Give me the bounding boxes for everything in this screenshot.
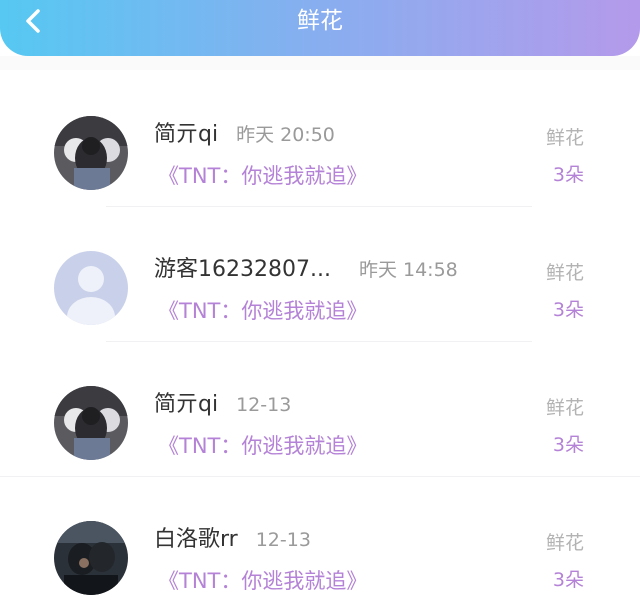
gift-count: 3朵 bbox=[552, 164, 584, 186]
gift-count: 3朵 bbox=[552, 434, 584, 456]
book-title[interactable]: 《TNT：你逃我就追》 bbox=[158, 295, 367, 325]
user-name: 白洛歌rr bbox=[154, 527, 238, 552]
book-title[interactable]: 《TNT：你逃我就追》 bbox=[158, 565, 367, 595]
gift-time: 昨天 14:58 bbox=[358, 259, 458, 281]
gift-label: 鲜花 bbox=[545, 532, 584, 554]
user-avatar[interactable] bbox=[54, 521, 128, 595]
gift-label: 鲜花 bbox=[545, 127, 584, 149]
user-avatar[interactable] bbox=[54, 386, 128, 460]
gift-time: 12-13 bbox=[255, 529, 311, 551]
gift-label: 鲜花 bbox=[545, 397, 584, 419]
name-line: 白洛歌rr 12-13 bbox=[154, 521, 311, 552]
page-title: 鲜花 bbox=[297, 8, 343, 34]
name-line: 简亓qi 12-13 bbox=[154, 386, 292, 417]
gift-count: 3朵 bbox=[552, 569, 584, 591]
gift-count: 3朵 bbox=[552, 299, 584, 321]
photo-avatar-icon bbox=[54, 116, 128, 190]
book-title[interactable]: 《TNT：你逃我就追》 bbox=[158, 160, 367, 190]
header-divider bbox=[0, 56, 640, 70]
name-line: 游客16232807... 昨天 14:58 bbox=[154, 251, 458, 282]
header-bar: 鲜花 bbox=[0, 0, 640, 56]
list-item[interactable]: 白洛歌rr 12-13 《TNT：你逃我就追》 鲜花 3朵 bbox=[0, 475, 640, 609]
book-title[interactable]: 《TNT：你逃我就追》 bbox=[158, 430, 367, 460]
photo-avatar-icon bbox=[54, 521, 128, 595]
user-name: 游客16232807... bbox=[154, 257, 331, 282]
user-avatar[interactable] bbox=[54, 116, 128, 190]
user-avatar[interactable] bbox=[54, 251, 128, 325]
user-name: 简亓qi bbox=[154, 122, 219, 147]
photo-avatar-icon bbox=[54, 386, 128, 460]
gift-time: 昨天 20:50 bbox=[236, 124, 335, 146]
default-user-avatar-icon bbox=[54, 251, 128, 325]
name-line: 简亓qi 昨天 20:50 bbox=[154, 116, 335, 147]
user-name: 简亓qi bbox=[154, 392, 219, 417]
list-item[interactable]: 简亓qi 12-13 《TNT：你逃我就追》 鲜花 3朵 bbox=[0, 340, 640, 477]
gift-time: 12-13 bbox=[236, 394, 292, 416]
list-item[interactable]: 简亓qi 昨天 20:50 《TNT：你逃我就追》 鲜花 3朵 bbox=[0, 70, 640, 207]
gift-label: 鲜花 bbox=[545, 262, 584, 284]
list-item[interactable]: 游客16232807... 昨天 14:58 《TNT：你逃我就追》 鲜花 3朵 bbox=[0, 205, 640, 342]
